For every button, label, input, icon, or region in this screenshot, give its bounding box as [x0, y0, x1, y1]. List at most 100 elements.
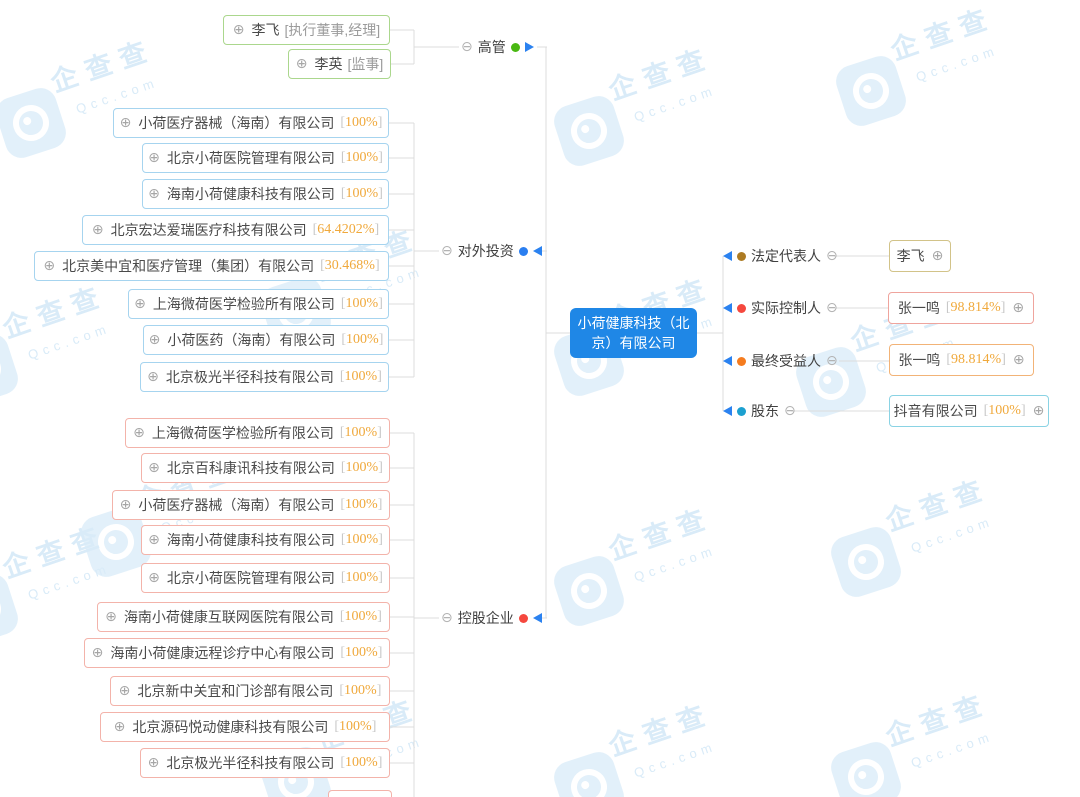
expand-icon[interactable]: ⊕: [148, 532, 160, 548]
holding-node-clipped[interactable]: [328, 790, 392, 797]
company-name: 上海微荷医学检验所有限公司: [153, 294, 335, 314]
arrow-left-icon: [723, 303, 732, 313]
holding-node[interactable]: ⊕ 北京百科康讯科技有限公司 100%: [141, 453, 390, 483]
expand-icon[interactable]: ⊕: [133, 425, 145, 441]
investment-node[interactable]: ⊕ 北京宏达爱瑞医疗科技有限公司 64.4202%: [82, 215, 389, 245]
investment-node[interactable]: ⊕ 上海微荷医学检验所有限公司 100%: [128, 289, 389, 319]
person-name: 张一鸣: [898, 350, 940, 370]
expand-icon[interactable]: ⊕: [149, 332, 161, 348]
ownership-percent: 100%: [341, 460, 383, 476]
relation-label: 法定代表人: [751, 246, 821, 266]
executive-node[interactable]: ⊕ 李英 [监事]: [288, 49, 391, 79]
expand-icon[interactable]: ⊕: [148, 186, 160, 202]
collapse-icon[interactable]: ⊖: [441, 610, 453, 626]
holding-node[interactable]: ⊕ 海南小荷健康科技有限公司 100%: [141, 525, 390, 555]
company-name: 北京极光半径科技有限公司: [166, 753, 334, 773]
expand-icon[interactable]: ⊕: [932, 248, 944, 264]
actual-controller-node[interactable]: 张一鸣 98.814% ⊕: [888, 292, 1034, 324]
person-name: 李英: [314, 54, 342, 74]
expand-icon[interactable]: ⊕: [120, 497, 132, 513]
company-name: 北京宏达爱瑞医疗科技有限公司: [111, 220, 307, 240]
holding-node[interactable]: ⊕ 海南小荷健康远程诊疗中心有限公司 100%: [84, 638, 390, 668]
company-name: 海南小荷健康科技有限公司: [167, 530, 335, 550]
person-role: [监事]: [347, 54, 383, 74]
collapse-icon[interactable]: ⊖: [826, 300, 838, 316]
expand-icon[interactable]: ⊕: [92, 222, 104, 238]
expand-icon[interactable]: ⊕: [148, 570, 160, 586]
arrow-left-icon: [533, 613, 542, 623]
person-name: 张一鸣: [898, 298, 940, 318]
company-name: 小荷医疗器械（海南）有限公司: [138, 113, 334, 133]
company-name: 海南小荷健康科技有限公司: [167, 184, 335, 204]
holding-node[interactable]: ⊕ 上海微荷医学检验所有限公司 100%: [125, 418, 390, 448]
executive-node[interactable]: ⊕ 李飞 [执行董事,经理]: [223, 15, 390, 45]
holding-node[interactable]: ⊕ 北京极光半径科技有限公司 100%: [140, 748, 390, 778]
company-name: 北京美中宜和医疗管理（集团）有限公司: [62, 256, 314, 276]
expand-icon[interactable]: ⊕: [148, 150, 160, 166]
shareholder-node[interactable]: 抖音有限公司 100% ⊕: [889, 395, 1049, 427]
equity-structure-diagram: 企查查Qcc.com 企查查Qcc.com 企查查Qcc.com 企查查Qcc.…: [0, 0, 1080, 797]
branch-label: 控股企业: [458, 608, 514, 628]
ownership-percent: 100%: [341, 186, 383, 202]
expand-icon[interactable]: ⊕: [233, 22, 245, 38]
relation-label: 实际控制人: [751, 298, 821, 318]
arrow-left-icon: [723, 251, 732, 261]
company-name: 北京小荷医院管理有限公司: [167, 568, 335, 588]
blue-dot-icon: [519, 247, 528, 256]
company-name: 小荷医疗器械（海南）有限公司: [138, 495, 334, 515]
center-company-node[interactable]: 小荷健康科技（北京）有限公司: [570, 308, 697, 358]
expand-icon[interactable]: ⊕: [147, 369, 159, 385]
expand-icon[interactable]: ⊕: [119, 683, 131, 699]
investment-node[interactable]: ⊕ 北京小荷医院管理有限公司 100%: [142, 143, 389, 173]
ownership-percent: 100%: [341, 570, 383, 586]
holding-node[interactable]: ⊕ 小荷医疗器械（海南）有限公司 100%: [112, 490, 390, 520]
collapse-icon[interactable]: ⊖: [826, 353, 838, 369]
investment-node[interactable]: ⊕ 小荷医疗器械（海南）有限公司 100%: [113, 108, 389, 138]
expand-icon[interactable]: ⊕: [1012, 300, 1024, 316]
collapse-icon[interactable]: ⊖: [784, 403, 796, 419]
legal-representative-node[interactable]: 李飞 ⊕: [889, 240, 951, 272]
company-name: 上海微荷医学检验所有限公司: [152, 423, 334, 443]
ultimate-beneficiary-node[interactable]: 张一鸣 98.814% ⊕: [889, 344, 1034, 376]
expand-icon[interactable]: ⊕: [92, 645, 104, 661]
expand-icon[interactable]: ⊕: [105, 609, 117, 625]
branch-investments[interactable]: ⊖ 对外投资: [441, 241, 542, 261]
expand-icon[interactable]: ⊕: [148, 460, 160, 476]
red-dot-icon: [737, 304, 746, 313]
relation-actual-controller[interactable]: 实际控制人 ⊖: [723, 298, 838, 318]
collapse-icon[interactable]: ⊖: [461, 39, 473, 55]
investment-node[interactable]: ⊕ 小荷医药（海南）有限公司 100%: [143, 325, 389, 355]
ownership-percent: 100%: [339, 683, 381, 699]
company-name: 北京极光半径科技有限公司: [166, 367, 334, 387]
expand-icon[interactable]: ⊕: [134, 296, 146, 312]
investment-node[interactable]: ⊕ 北京美中宜和医疗管理（集团）有限公司 30.468%: [34, 251, 389, 281]
expand-icon[interactable]: ⊕: [120, 115, 132, 131]
holding-node[interactable]: ⊕ 北京新中关宜和门诊部有限公司 100%: [110, 676, 390, 706]
branch-label: 对外投资: [458, 241, 514, 261]
arrow-left-icon: [723, 406, 732, 416]
relation-ultimate-beneficiary[interactable]: 最终受益人 ⊖: [723, 351, 838, 371]
company-name: 北京源码悦动健康科技有限公司: [132, 717, 328, 737]
expand-icon[interactable]: ⊕: [148, 755, 160, 771]
company-name: 北京百科康讯科技有限公司: [167, 458, 335, 478]
investment-node[interactable]: ⊕ 北京极光半径科技有限公司 100%: [140, 362, 389, 392]
holding-node[interactable]: ⊕ 海南小荷健康互联网医院有限公司 100%: [97, 602, 390, 632]
relation-legal-representative[interactable]: 法定代表人 ⊖: [723, 246, 838, 266]
branch-executives[interactable]: ⊖ 高管: [461, 37, 534, 57]
expand-icon[interactable]: ⊕: [296, 56, 308, 72]
expand-icon[interactable]: ⊕: [1013, 352, 1025, 368]
expand-icon[interactable]: ⊕: [43, 258, 55, 274]
branch-holdings[interactable]: ⊖ 控股企业: [441, 608, 542, 628]
expand-icon[interactable]: ⊕: [114, 719, 126, 735]
relation-shareholder[interactable]: 股东 ⊖: [723, 401, 796, 421]
company-name: 小荷医药（海南）有限公司: [167, 330, 335, 350]
holding-node[interactable]: ⊕ 北京小荷医院管理有限公司 100%: [141, 563, 390, 593]
collapse-icon[interactable]: ⊖: [441, 243, 453, 259]
ownership-percent: 100%: [341, 532, 383, 548]
holding-node[interactable]: ⊕ 北京源码悦动健康科技有限公司 100%: [100, 712, 390, 742]
ownership-percent: 100%: [340, 645, 382, 661]
investment-node[interactable]: ⊕ 海南小荷健康科技有限公司 100%: [142, 179, 389, 209]
ownership-percent: 100%: [340, 755, 382, 771]
expand-icon[interactable]: ⊕: [1033, 403, 1045, 419]
collapse-icon[interactable]: ⊖: [826, 248, 838, 264]
